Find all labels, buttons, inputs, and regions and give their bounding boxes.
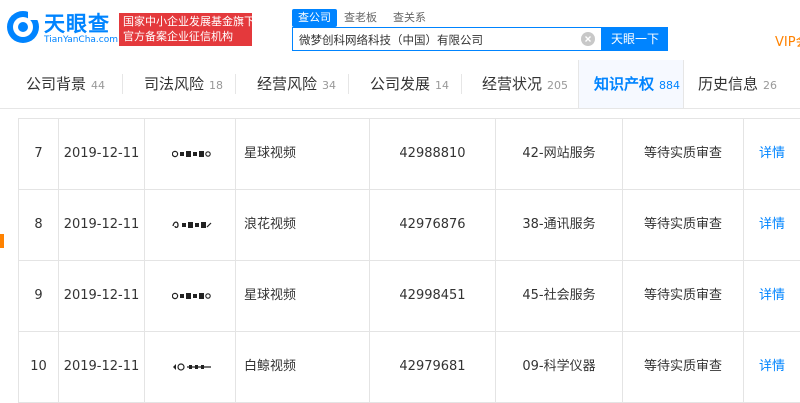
international-class: 45-社会服务 [495,261,622,331]
apply-date: 2019-12-11 [58,119,144,189]
tab-divider [348,74,349,94]
registration-number: 42988810 [369,119,495,189]
tab-judicial-risk[interactable]: 司法风险 18 [144,60,223,108]
trademark-table: 7 2019-12-11 星球视频 42988810 42-网站服务 等待实质审… [18,118,800,403]
tab-operating-risk[interactable]: 经营风险 34 [257,60,336,108]
search-button[interactable]: 天眼一下 [602,27,668,51]
tab-company-development[interactable]: 公司发展 14 [370,60,449,108]
certification-badge: 国家中小企业发展基金旗下 官方备案企业征信机构 [119,13,255,46]
trademark-image[interactable] [144,190,235,260]
search-box[interactable]: 微梦创科网络科技（中国）有限公司 [292,27,602,51]
tab-label: 经营状况 [482,75,543,93]
detail-link[interactable]: 详情 [743,332,800,402]
clear-icon[interactable] [581,32,595,46]
tab-count: 34 [322,79,337,92]
badge-line-2: 官方备案企业征信机构 [123,30,233,43]
registration-number: 42979681 [369,332,495,402]
tab-count: 26 [763,79,778,92]
trademark-name: 白鲸视频 [235,332,369,402]
search-tab-company[interactable]: 查公司 [292,9,337,27]
tab-label: 知识产权 [594,75,655,93]
tab-count: 44 [91,79,106,92]
search-tab-boss[interactable]: 查老板 [344,9,377,27]
vip-link[interactable]: VIP会 [775,31,800,50]
row-number: 10 [18,332,58,402]
site-header: 天眼查 TianYanCha.com 国家中小企业发展基金旗下 官方备案企业征信… [0,0,800,60]
trademark-image[interactable] [144,332,235,402]
tab-divider [235,74,236,94]
tab-label: 司法风险 [144,75,205,93]
wave-trademark-logo-icon [172,221,212,229]
trademark-name: 星球视频 [235,261,369,331]
apply-date: 2019-12-11 [58,190,144,260]
apply-date: 2019-12-11 [58,332,144,402]
tab-label: 经营风险 [257,75,318,93]
tab-count: 884 [659,79,681,92]
registration-number: 42998451 [369,261,495,331]
detail-link[interactable]: 详情 [743,190,800,260]
tab-divider [461,74,462,94]
search-tab-relation[interactable]: 查关系 [393,9,426,27]
detail-link[interactable]: 详情 [743,119,800,189]
badge-line-1: 国家中小企业发展基金旗下 [123,15,255,28]
tab-count: 14 [435,79,450,92]
site-logo[interactable]: 天眼查 TianYanCha.com [6,8,118,50]
row-number: 9 [18,261,58,331]
trademark-image[interactable] [144,119,235,189]
tab-label: 公司背景 [26,75,87,93]
trademark-status: 等待实质审查 [622,261,743,331]
international-class: 42-网站服务 [495,119,622,189]
tab-company-background[interactable]: 公司背景 44 [26,60,105,108]
section-nav: 公司背景 44 司法风险 18 经营风险 34 公司发展 14 经营状况 205 知识产权… [0,60,800,109]
table-row: 7 2019-12-11 星球视频 42988810 42-网站服务 等待实质审… [18,119,800,190]
international-class: 38-通讯服务 [495,190,622,260]
tab-label: 公司发展 [370,75,431,93]
logo-domain: TianYanCha.com [44,35,119,45]
tab-history[interactable]: 历史信息 26 [698,60,777,108]
trademark-name: 浪花视频 [235,190,369,260]
trademark-status: 等待实质审查 [622,119,743,189]
trademark-image[interactable] [144,261,235,331]
planet-trademark-logo-icon [172,150,211,158]
tab-operating-status[interactable]: 经营状况 205 [482,60,568,108]
tab-label: 历史信息 [698,75,759,93]
planet-trademark-logo-icon [172,292,211,300]
table-row: 8 2019-12-11 浪花视频 42976876 38-通讯服务 等待实质审… [18,190,800,261]
table-row: 9 2019-12-11 星球视频 42998451 45-社会服务 等待实质审… [18,261,800,332]
side-indicator [0,234,4,248]
row-number: 8 [18,190,58,260]
tab-divider [122,74,123,94]
tianyancha-logo-icon [7,11,39,43]
tab-intellectual-property[interactable]: 知识产权 884 [594,60,680,108]
search-input[interactable]: 微梦创科网络科技（中国）有限公司 [299,32,483,48]
tab-count: 205 [547,79,569,92]
table-row: 10 2019-12-11 白鲸视频 42979681 09-科学仪器 等待实质… [18,332,800,403]
apply-date: 2019-12-11 [58,261,144,331]
international-class: 09-科学仪器 [495,332,622,402]
trademark-status: 等待实质审查 [622,332,743,402]
row-number: 7 [18,119,58,189]
trademark-status: 等待实质审查 [622,190,743,260]
trademark-name: 星球视频 [235,119,369,189]
registration-number: 42976876 [369,190,495,260]
tab-count: 18 [209,79,224,92]
logo-text: 天眼查 [44,12,110,36]
detail-link[interactable]: 详情 [743,261,800,331]
whale-trademark-logo-icon [173,363,211,371]
